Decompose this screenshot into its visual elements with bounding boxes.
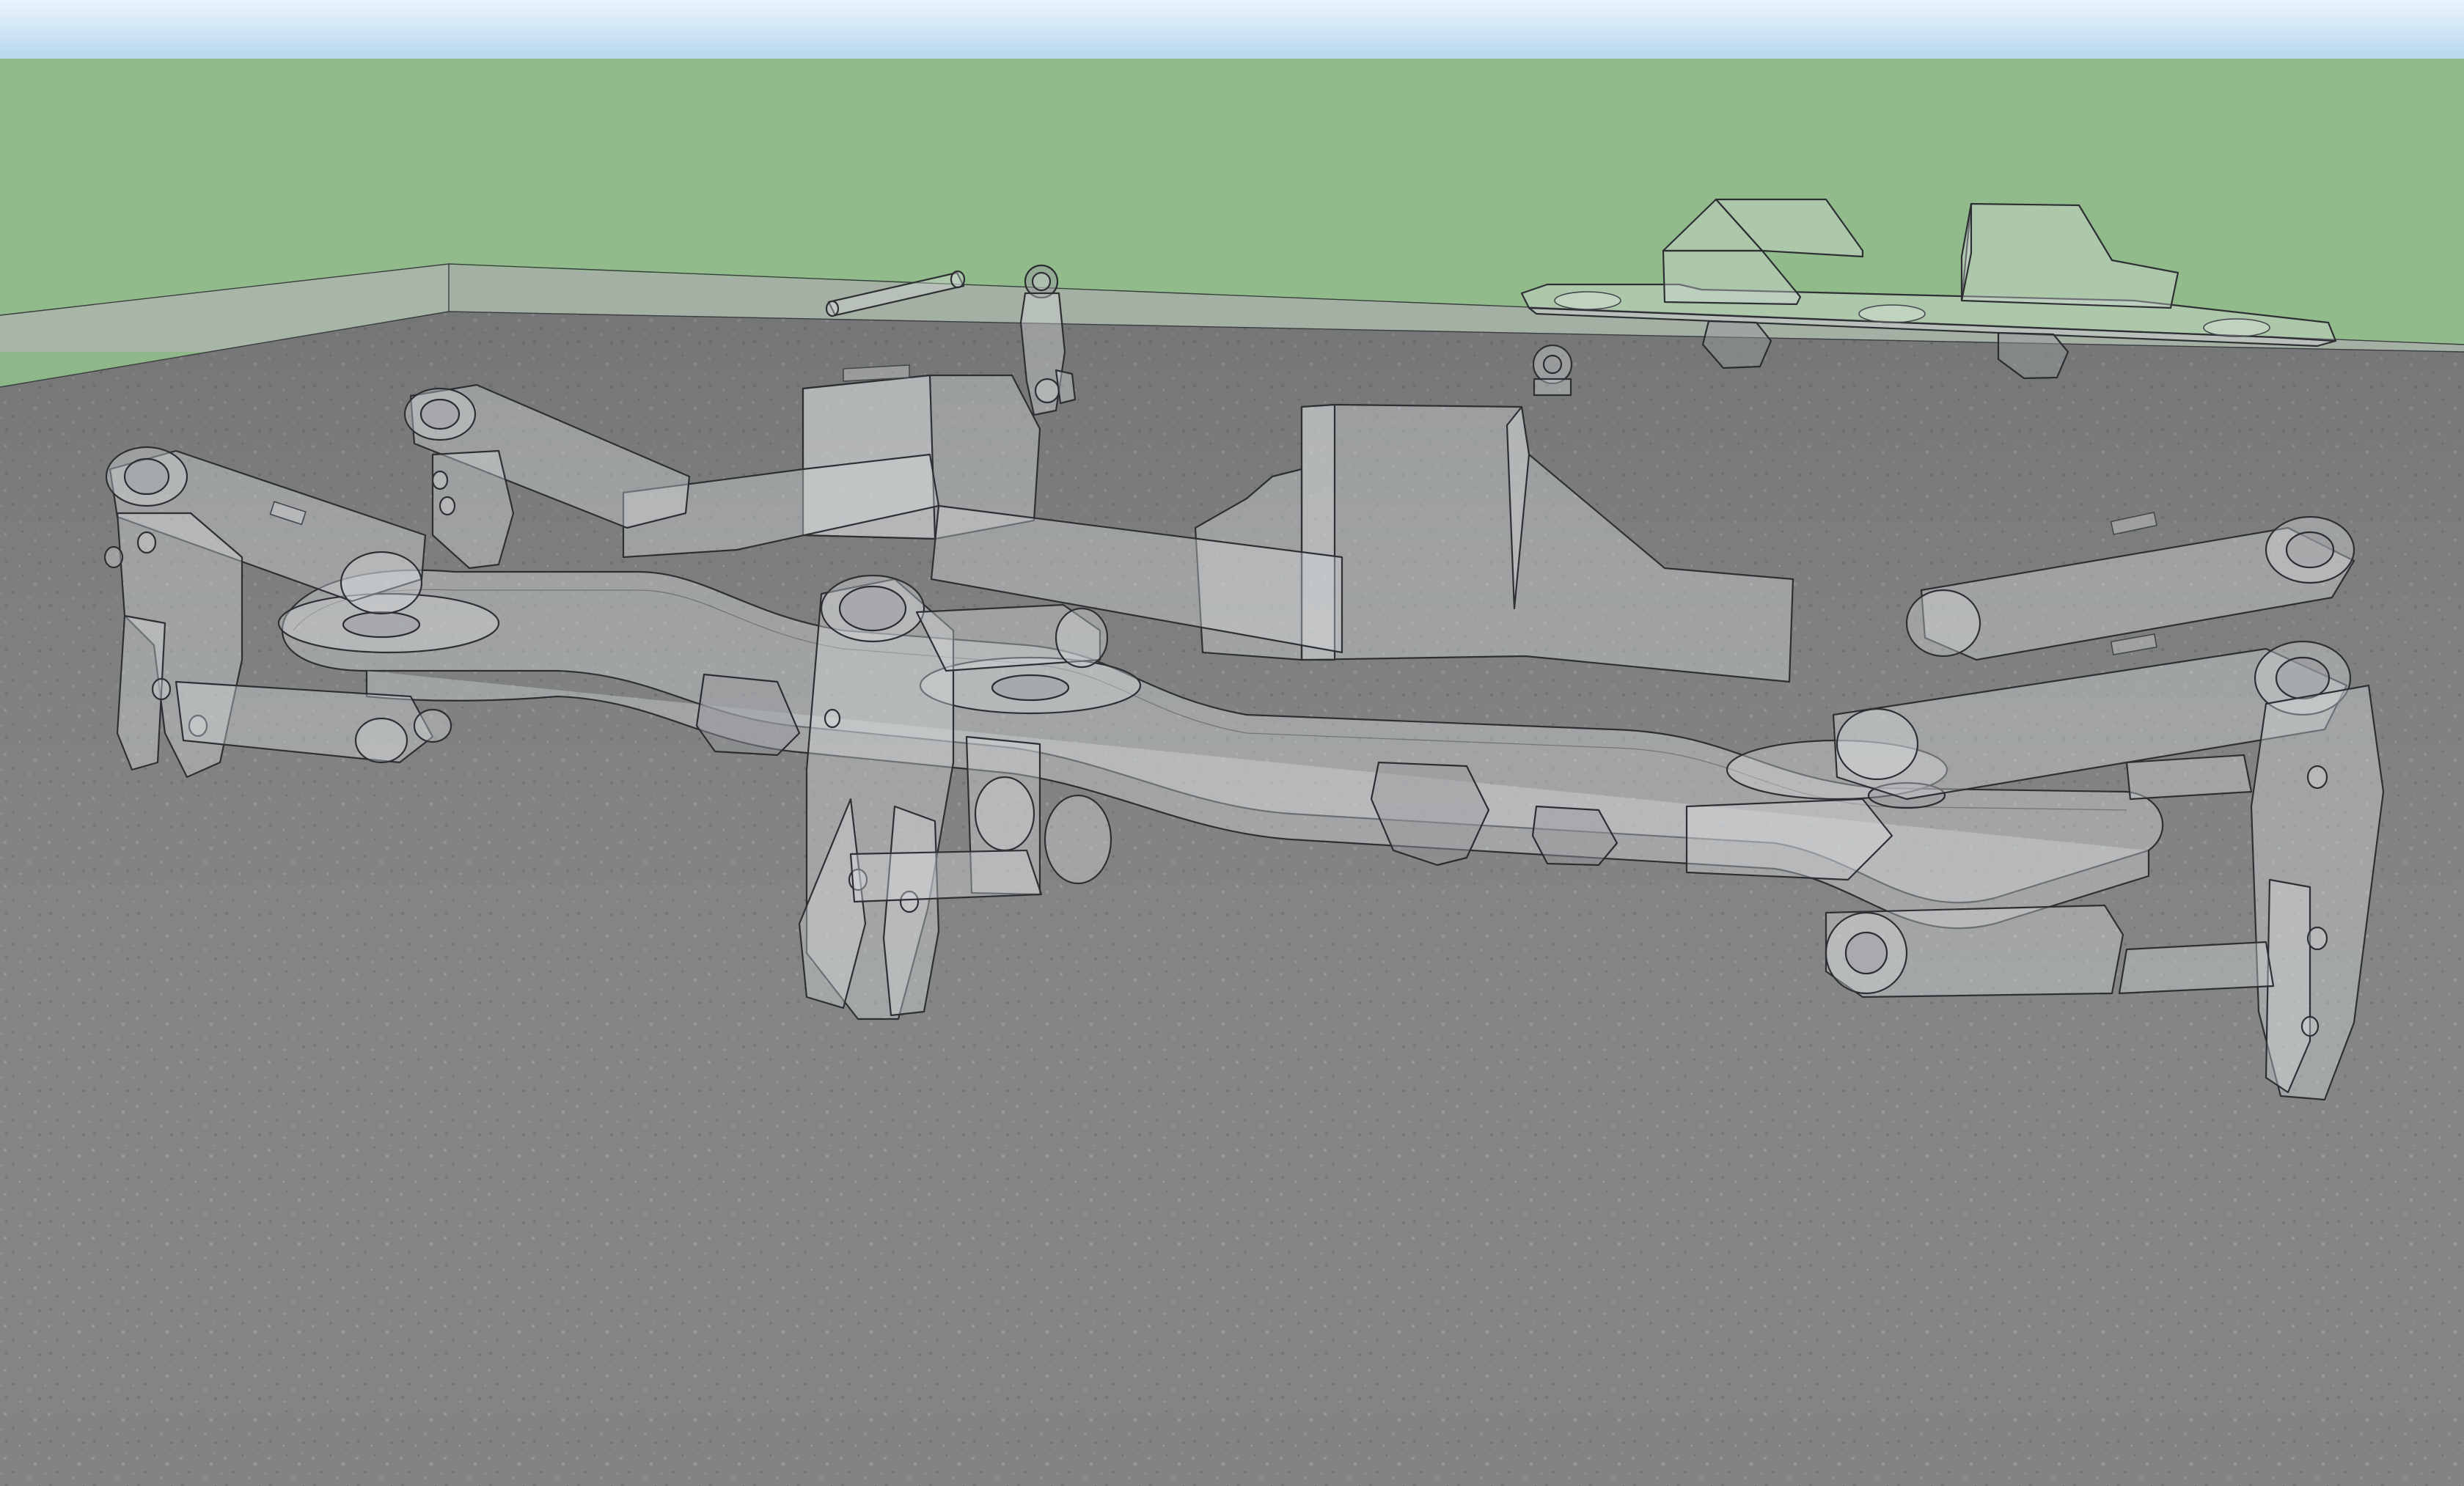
scene-canvas[interactable] bbox=[0, 0, 2464, 1486]
3d-model-viewport[interactable] bbox=[0, 0, 2464, 1486]
sky-band bbox=[0, 0, 2464, 59]
loose-eyelet[interactable] bbox=[1532, 344, 1573, 397]
